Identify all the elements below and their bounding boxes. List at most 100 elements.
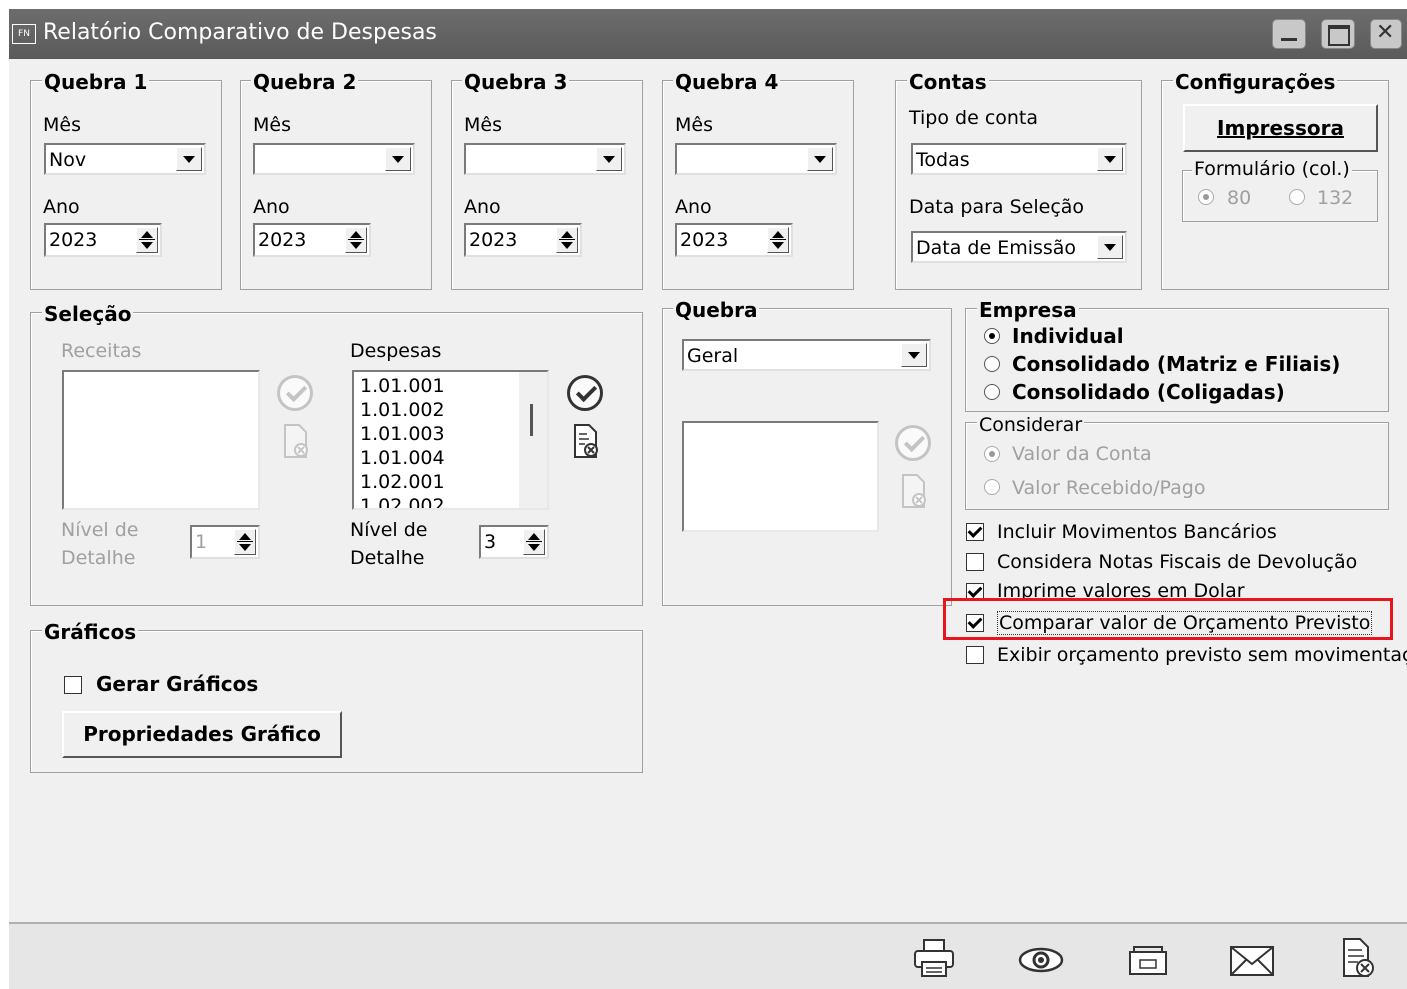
quebra-2-ano-value: 2023 — [258, 229, 307, 251]
impressora-button[interactable]: Impressora — [1183, 104, 1378, 152]
spin-arrows-icon[interactable] — [234, 529, 256, 555]
incluir-movimentos-checkbox[interactable] — [966, 523, 984, 541]
receitas-nivel-value: 1 — [195, 531, 208, 553]
quebra-4-title: Quebra 4 — [673, 70, 781, 94]
despesas-scrollbar[interactable] — [519, 372, 547, 508]
close-button[interactable]: ✕ — [1370, 19, 1402, 49]
quebra-4-mes-label: Mês — [675, 114, 713, 136]
quebra-4-ano-label: Ano — [675, 196, 712, 218]
tipo-conta-label: Tipo de conta — [909, 107, 1039, 129]
spin-arrows-icon[interactable] — [345, 227, 367, 253]
tipo-conta-select[interactable]: Todas — [911, 143, 1127, 175]
empresa-title: Empresa — [977, 298, 1079, 322]
quebra-list[interactable] — [682, 421, 879, 532]
list-item[interactable]: 1.01.003 — [360, 422, 445, 446]
despesas-list[interactable]: 1.01.001 1.01.002 1.01.003 1.01.004 1.02… — [352, 370, 549, 510]
notas-devolucao-checkbox[interactable] — [966, 553, 984, 571]
list-item[interactable]: 1.01.002 — [360, 398, 445, 422]
close-doc-icon[interactable] — [1338, 936, 1378, 980]
chevron-down-icon[interactable] — [1097, 147, 1123, 171]
quebra-3-ano-spinner[interactable]: 2023 — [464, 223, 582, 257]
clear-quebra-icon[interactable] — [895, 472, 931, 512]
quebra-1-mes-label: Mês — [43, 114, 81, 136]
despesas-label: Despesas — [350, 340, 442, 362]
quebra-4-mes-select[interactable] — [675, 143, 837, 175]
exibir-orcamento-checkbox[interactable] — [966, 646, 984, 664]
quebra-1-ano-value: 2023 — [49, 229, 98, 251]
quebra-value: Geral — [687, 345, 739, 367]
configuracoes-title: Configurações — [1173, 70, 1338, 94]
spin-arrows-icon[interactable] — [136, 227, 158, 253]
close-icon: ✕ — [1376, 20, 1395, 45]
quebra-1-ano-spinner[interactable]: 2023 — [44, 223, 162, 257]
receitas-list[interactable] — [62, 370, 260, 510]
quebra-1-group — [30, 80, 222, 290]
quebra-1-title: Quebra 1 — [42, 70, 150, 94]
quebra-2-title: Quebra 2 — [251, 70, 359, 94]
empresa-matriz-radio[interactable] — [984, 356, 1000, 372]
chevron-down-icon[interactable] — [176, 147, 202, 171]
quebra-4-group — [662, 80, 854, 290]
gerar-graficos-checkbox[interactable] — [64, 676, 82, 694]
empresa-individual-label: Individual — [1012, 324, 1124, 348]
select-all-despesas-icon[interactable] — [567, 375, 603, 411]
clear-despesas-icon[interactable] — [567, 422, 603, 462]
spin-arrows-icon[interactable] — [556, 227, 578, 253]
maximize-button[interactable] — [1321, 19, 1355, 49]
incluir-movimentos-label: Incluir Movimentos Bancários — [997, 521, 1277, 543]
quebra-3-title: Quebra 3 — [462, 70, 570, 94]
empresa-matriz-label: Consolidado (Matriz e Filiais) — [1012, 352, 1341, 376]
data-selecao-value: Data de Emissão — [916, 237, 1077, 259]
receitas-nivel-spinner[interactable]: 1 — [190, 525, 260, 559]
list-item[interactable]: 1.01.001 — [360, 374, 445, 398]
quebra-select[interactable]: Geral — [682, 339, 931, 371]
quebra-3-group — [451, 80, 643, 290]
empresa-individual-radio[interactable] — [984, 328, 1000, 344]
quebra-1-ano-label: Ano — [43, 196, 80, 218]
quebra-4-ano-value: 2023 — [680, 229, 729, 251]
receitas-detalhe-label: Detalhe — [61, 547, 136, 569]
data-selecao-select[interactable]: Data de Emissão — [911, 231, 1127, 263]
select-all-receitas-icon[interactable] — [277, 375, 313, 411]
despesas-detalhe-label: Detalhe — [350, 547, 425, 569]
maximize-icon — [1328, 25, 1350, 46]
quebra-title: Quebra — [673, 298, 760, 322]
list-item[interactable]: 1.01.004 — [360, 446, 445, 470]
empresa-coligadas-radio[interactable] — [984, 384, 1000, 400]
quebra-2-mes-select[interactable] — [253, 143, 415, 175]
selecao-title: Seleção — [42, 302, 134, 326]
spin-arrows-icon[interactable] — [523, 529, 545, 555]
quebra-1-mes-value: Nov — [49, 149, 87, 171]
mail-icon[interactable] — [1228, 944, 1276, 978]
chevron-down-icon[interactable] — [807, 147, 833, 171]
chevron-down-icon[interactable] — [385, 147, 411, 171]
clear-receitas-icon[interactable] — [277, 422, 313, 462]
eye-icon[interactable] — [1018, 946, 1064, 974]
quebra-4-ano-spinner[interactable]: 2023 — [675, 223, 793, 257]
export-icon[interactable] — [1126, 942, 1172, 978]
select-all-quebra-icon[interactable] — [895, 425, 931, 461]
valor-conta-label: Valor da Conta — [1012, 443, 1152, 465]
spin-arrows-icon[interactable] — [767, 227, 789, 253]
chevron-down-icon[interactable] — [1097, 235, 1123, 259]
quebra-3-ano-label: Ano — [464, 196, 501, 218]
propriedades-grafico-button[interactable]: Propriedades Gráfico — [62, 711, 342, 758]
valor-recebido-radio[interactable] — [984, 479, 1000, 495]
quebra-2-ano-spinner[interactable]: 2023 — [253, 223, 371, 257]
quebra-3-mes-select[interactable] — [464, 143, 626, 175]
scrollbar-thumb[interactable] — [530, 404, 533, 436]
despesas-nivel-spinner[interactable]: 3 — [479, 525, 549, 559]
formulario-80-radio[interactable] — [1198, 189, 1214, 205]
gerar-graficos-label: Gerar Gráficos — [96, 672, 259, 696]
footer-toolbar — [9, 922, 1407, 989]
list-item[interactable]: 1.02.002 — [360, 494, 445, 508]
valor-conta-radio[interactable] — [984, 446, 1000, 462]
chevron-down-icon[interactable] — [596, 147, 622, 171]
quebra-1-mes-select[interactable]: Nov — [44, 143, 206, 175]
formulario-132-radio[interactable] — [1289, 189, 1305, 205]
list-item[interactable]: 1.02.001 — [360, 470, 445, 494]
minimize-button[interactable] — [1272, 19, 1306, 49]
chevron-down-icon[interactable] — [901, 343, 927, 367]
printer-icon[interactable] — [912, 938, 958, 978]
minimize-icon — [1281, 38, 1297, 41]
